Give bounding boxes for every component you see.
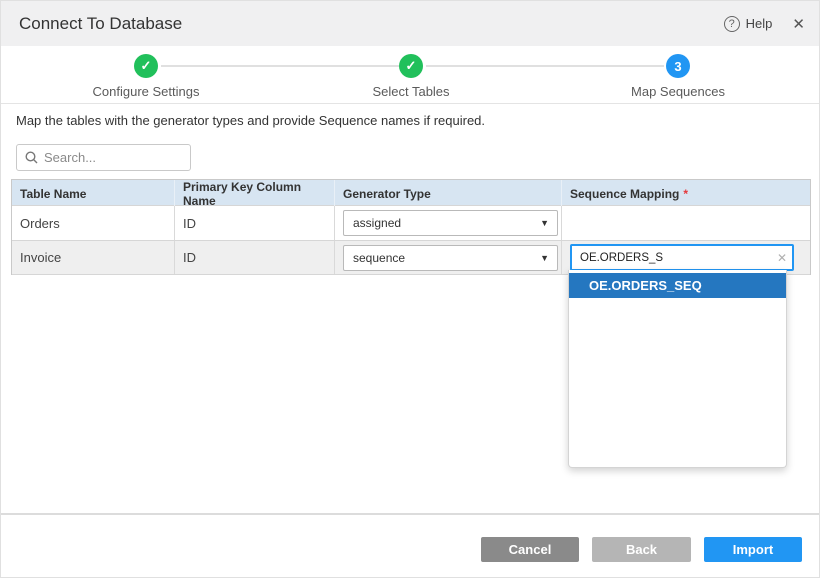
- step-2-circle-done[interactable]: ✓: [399, 54, 423, 78]
- stepper-connector: [161, 65, 399, 67]
- cell-generator-type: sequence ▼: [335, 241, 562, 274]
- required-marker: *: [683, 187, 688, 201]
- cell-primary-key: ID: [175, 241, 335, 274]
- column-header-generator-type: Generator Type: [335, 180, 562, 208]
- sequence-mapping-table: Table Name Primary Key Column Name Gener…: [11, 179, 811, 275]
- connect-to-database-dialog: Connect To Database ? Help ✕ ✓ ✓ 3 Confi…: [0, 0, 820, 578]
- instruction-text: Map the tables with the generator types …: [16, 113, 485, 128]
- step-label-select-tables[interactable]: Select Tables: [311, 84, 511, 99]
- column-header-sequence-mapping: Sequence Mapping *: [562, 180, 812, 208]
- cancel-button[interactable]: Cancel: [481, 537, 579, 562]
- check-icon: ✓: [141, 58, 152, 74]
- back-button[interactable]: Back: [592, 537, 691, 562]
- step-3-circle-active[interactable]: 3: [666, 54, 690, 78]
- clear-input-icon[interactable]: ✕: [777, 251, 787, 265]
- search-icon: [25, 151, 38, 164]
- step-1-circle-done[interactable]: ✓: [134, 54, 158, 78]
- step-label-configure-settings[interactable]: Configure Settings: [46, 84, 246, 99]
- close-icon[interactable]: ✕: [792, 15, 805, 33]
- wizard-stepper: ✓ ✓ 3 Configure Settings Select Tables M…: [1, 46, 819, 104]
- chevron-down-icon: ▼: [540, 253, 549, 263]
- step-number: 3: [674, 59, 681, 74]
- generator-type-select-orders[interactable]: assigned ▼: [343, 210, 558, 236]
- table-header-row: Table Name Primary Key Column Name Gener…: [12, 180, 810, 205]
- cell-sequence-mapping-empty[interactable]: [562, 206, 812, 240]
- table-row-orders: Orders ID assigned ▼: [12, 205, 810, 240]
- help-label[interactable]: Help: [746, 16, 773, 31]
- cell-table-name: Orders: [12, 206, 175, 240]
- help-icon[interactable]: ?: [724, 16, 740, 32]
- column-header-table-name: Table Name: [12, 180, 175, 208]
- sequence-mapping-input[interactable]: [570, 244, 794, 271]
- check-icon: ✓: [406, 58, 417, 74]
- chevron-down-icon: ▼: [540, 218, 549, 228]
- sequence-suggestion-dropdown: OE.ORDERS_SEQ: [568, 270, 787, 468]
- search-box[interactable]: [16, 144, 191, 171]
- column-header-primary-key: Primary Key Column Name: [175, 180, 335, 208]
- search-input[interactable]: [44, 150, 182, 165]
- title-bar: Connect To Database ? Help ✕: [1, 1, 819, 46]
- cell-table-name: Invoice: [12, 241, 175, 274]
- import-button[interactable]: Import: [704, 537, 802, 562]
- cell-generator-type: assigned ▼: [335, 206, 562, 240]
- footer-divider: [1, 513, 819, 515]
- cell-primary-key: ID: [175, 206, 335, 240]
- help-button[interactable]: ? Help: [724, 16, 773, 32]
- suggestion-item-oe-orders-seq[interactable]: OE.ORDERS_SEQ: [569, 273, 786, 298]
- generator-type-select-invoice[interactable]: sequence ▼: [343, 245, 558, 271]
- step-label-map-sequences[interactable]: Map Sequences: [578, 84, 778, 99]
- stepper-connector: [426, 65, 664, 67]
- dialog-title: Connect To Database: [19, 14, 182, 34]
